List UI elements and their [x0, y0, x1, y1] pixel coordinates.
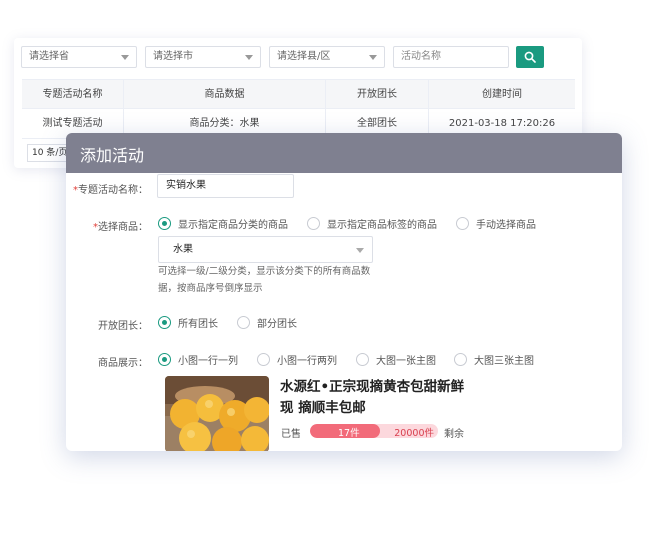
radio-unchecked-icon [356, 353, 369, 366]
county-select[interactable]: 请选择县/区 [269, 46, 385, 68]
sales-progress-bar: 17件 20000件 [310, 424, 438, 438]
search-icon [524, 51, 536, 63]
radio-checked-icon [158, 353, 171, 366]
add-activity-dialog: 添加活动 *专题活动名称： 实销水果 *选择商品： 显示指定商品分类的商品 显示… [66, 133, 622, 451]
radio-goods-manual[interactable]: 手动选择商品 [456, 216, 536, 231]
page-size-select[interactable]: 10 条/页 [27, 144, 71, 162]
province-select-value: 请选择省 [29, 51, 69, 62]
activity-name-placeholder: 活动名称 [401, 51, 441, 62]
open-leader-label: 开放团长： [98, 321, 148, 332]
activity-name-field[interactable]: 实销水果 [157, 174, 294, 198]
radio-label: 小图一行一列 [178, 356, 238, 367]
radio-unchecked-icon [237, 316, 250, 329]
total-count: 20000件 [394, 428, 434, 438]
activity-name-input[interactable]: 活动名称 [393, 46, 509, 68]
radio-large-three-images[interactable]: 大图三张主图 [454, 352, 534, 367]
activity-table: 专题活动名称 商品数据 开放团长 创建时间 测试专题活动 商品分类：水果 全部团… [22, 79, 575, 139]
column-header: 创建时间 [482, 89, 522, 100]
column-header: 专题活动名称 [22, 80, 124, 108]
product-title: 水源红•正宗现摘黄杏包甜新鲜 现 摘顺丰包邮 [280, 377, 480, 419]
radio-label: 部分团长 [257, 319, 297, 330]
table-header-row: 专题活动名称 商品数据 开放团长 创建时间 [22, 79, 575, 109]
goods-display-label: 商品展示： [98, 358, 148, 369]
radio-large-one-image[interactable]: 大图一张主图 [356, 352, 436, 367]
chevron-down-icon [356, 248, 364, 253]
county-select-value: 请选择县/区 [277, 51, 331, 62]
dialog-title: 添加活动 [80, 146, 145, 165]
city-select[interactable]: 请选择市 [145, 46, 261, 68]
radio-label: 大图三张主图 [474, 356, 534, 367]
radio-unchecked-icon [456, 217, 469, 230]
chevron-down-icon [121, 55, 129, 60]
column-header: 开放团长 [326, 80, 429, 108]
radio-small-two-columns[interactable]: 小图一行两列 [257, 352, 337, 367]
sold-count: 17件 [338, 428, 360, 438]
hint-line: 可选择一级/二级分类，显示该分类下的所有商品数 [158, 266, 371, 277]
product-image [165, 376, 269, 451]
radio-goods-by-tag[interactable]: 显示指定商品标签的商品 [307, 216, 437, 231]
radio-unchecked-icon [307, 217, 320, 230]
radio-some-leaders[interactable]: 部分团长 [237, 315, 297, 330]
hint-line: 据，按商品序号倒序显示 [158, 283, 263, 294]
category-select-value: 水果 [173, 244, 193, 255]
chevron-down-icon [369, 55, 377, 60]
radio-small-one-column[interactable]: 小图一行一列 [158, 352, 238, 367]
column-header: 商品数据 [124, 80, 326, 108]
province-select[interactable]: 请选择省 [21, 46, 137, 68]
category-hint: 可选择一级/二级分类，显示该分类下的所有商品数 据，按商品序号倒序显示 [158, 263, 388, 297]
radio-goods-by-category[interactable]: 显示指定商品分类的商品 [158, 216, 288, 231]
radio-checked-icon [158, 217, 171, 230]
remain-label: 剩余 [444, 429, 464, 440]
radio-label: 所有团长 [178, 319, 218, 330]
product-title-line: 水源红•正宗现摘黄杏包甜新鲜 [280, 379, 465, 395]
radio-label: 显示指定商品分类的商品 [178, 220, 288, 231]
product-title-line: 现 摘顺丰包邮 [280, 400, 366, 416]
radio-unchecked-icon [257, 353, 270, 366]
radio-label: 小图一行两列 [277, 356, 337, 367]
radio-label: 显示指定商品标签的商品 [327, 220, 437, 231]
select-goods-label: *选择商品： [66, 218, 148, 233]
dialog-header [66, 133, 622, 173]
activity-name-label: *专题活动名称： [66, 181, 148, 196]
city-select-value: 请选择市 [153, 51, 193, 62]
category-select[interactable]: 水果 [158, 236, 373, 263]
radio-all-leaders[interactable]: 所有团长 [158, 315, 218, 330]
activity-name-label-text: 专题活动名称： [78, 185, 148, 196]
sold-label: 已售 [281, 429, 301, 440]
radio-checked-icon [158, 316, 171, 329]
search-button[interactable] [516, 46, 544, 68]
radio-unchecked-icon [454, 353, 467, 366]
radio-label: 手动选择商品 [476, 220, 536, 231]
chevron-down-icon [245, 55, 253, 60]
radio-label: 大图一张主图 [376, 356, 436, 367]
select-goods-label-text: 选择商品： [98, 222, 148, 233]
